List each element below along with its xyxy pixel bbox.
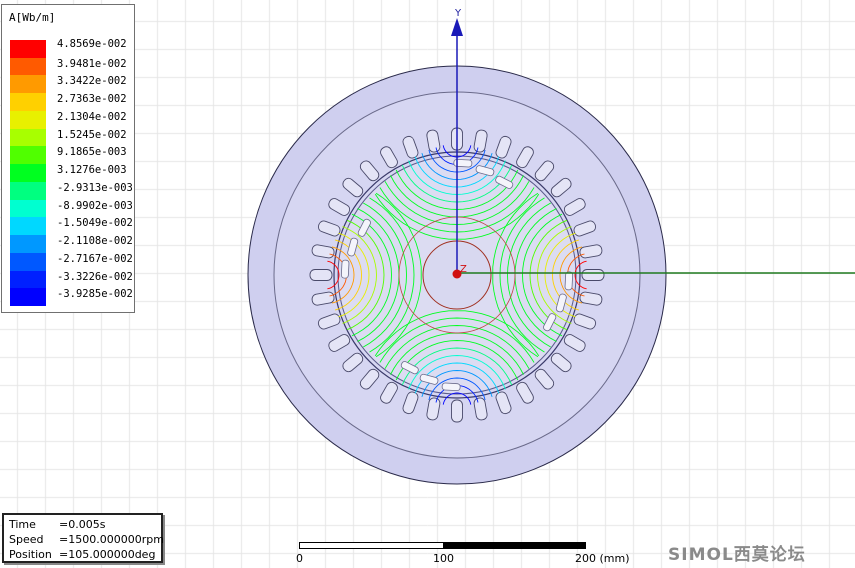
legend-swatch	[10, 75, 46, 94]
position-label: Position	[9, 548, 52, 561]
stator-slot	[581, 269, 605, 281]
legend-swatch	[10, 252, 46, 272]
scale-tick-0: 0	[296, 552, 303, 565]
legend-swatch	[10, 128, 46, 147]
legend-value: -3.3226e-002	[57, 270, 133, 283]
watermark-logo: SIMOL西莫论坛	[668, 545, 806, 565]
legend-value: 4.8569e-002	[57, 38, 127, 50]
y-axis-arrow	[451, 18, 463, 36]
legend-value: 2.1304e-002	[57, 110, 127, 123]
legend-value: -2.1108e-002	[57, 235, 133, 248]
scale-bar-black	[442, 543, 585, 548]
legend-value: 9.1865e-003	[57, 146, 127, 159]
speed-value: =1500.000000rpm	[59, 533, 164, 546]
legend-swatch	[10, 217, 46, 236]
legend-title: A[Wb/m]	[9, 11, 56, 24]
scale-bar-white	[300, 543, 443, 548]
legend-value: -8.9902e-003	[57, 199, 133, 212]
time-value: =0.005s	[59, 518, 106, 531]
legend-value: 2.7363e-002	[57, 93, 127, 106]
legend-colorbar	[10, 40, 46, 307]
solution-info-panel: Time =0.005s Speed =1500.000000rpm Positio…	[2, 513, 164, 563]
y-axis-label: Y	[455, 8, 462, 19]
rotor-slot	[340, 259, 350, 279]
legend-value: 3.3422e-002	[57, 75, 127, 88]
rotor-slot	[441, 382, 461, 392]
scale-tick-100: 100	[433, 552, 454, 565]
rotor-slot	[564, 271, 574, 291]
legend-swatch	[10, 199, 46, 218]
time-label: Time	[9, 518, 36, 531]
legend-value: -2.7167e-002	[57, 252, 133, 265]
legend-value: -3.9285e-002	[57, 288, 133, 301]
legend-swatch	[10, 235, 46, 254]
scale-bar	[299, 542, 586, 549]
legend-swatch	[10, 57, 46, 76]
contour-legend: A[Wb/m] 4.8569e-002 3.9481e-002 3.3422e-00…	[1, 4, 135, 313]
legend-swatch	[10, 93, 46, 112]
legend-swatch	[10, 288, 46, 307]
stator-slot	[309, 269, 333, 281]
scale-tick-200: 200 (mm)	[575, 552, 630, 565]
stator-slot	[451, 399, 463, 423]
legend-value: -1.5049e-002	[57, 217, 133, 230]
legend-swatch	[10, 146, 46, 165]
legend-swatch	[10, 40, 46, 59]
legend-value: 1.5245e-002	[57, 128, 127, 141]
speed-label: Speed	[9, 533, 44, 546]
legend-value: 3.1276e-003	[57, 164, 127, 177]
z-axis-label: Z	[460, 264, 467, 275]
legend-swatch	[10, 110, 46, 130]
position-value: =105.000000deg	[59, 548, 156, 561]
legend-swatch	[10, 270, 46, 289]
legend-value: -2.9313e-003	[57, 181, 133, 194]
legend-swatch	[10, 181, 46, 201]
legend-value: 3.9481e-002	[57, 57, 127, 70]
legend-swatch	[10, 164, 46, 183]
